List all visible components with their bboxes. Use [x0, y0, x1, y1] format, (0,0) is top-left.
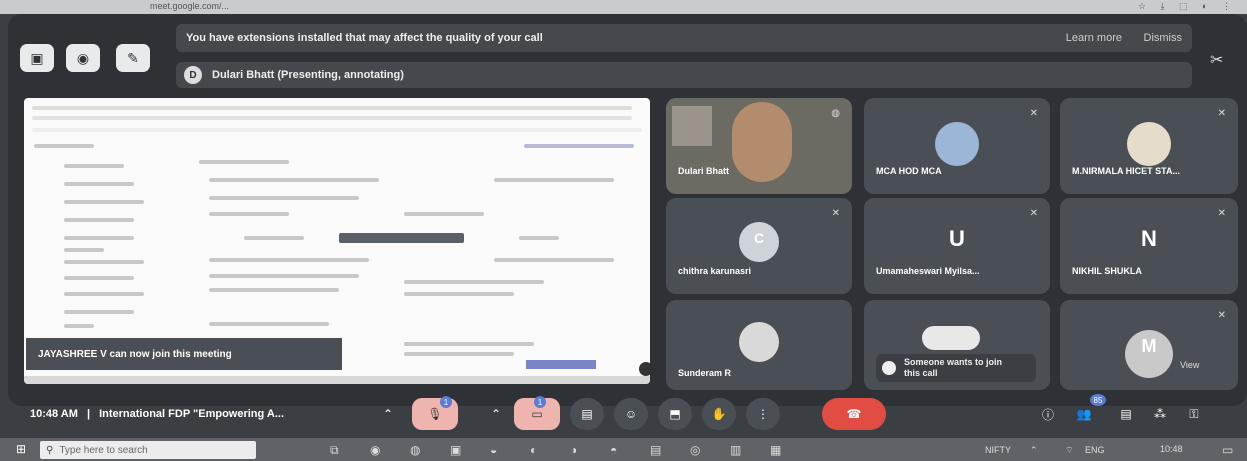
participant-name: MCA HOD MCA [876, 166, 942, 176]
muted-mic-icon: ✕ [1217, 208, 1226, 219]
participant-tile[interactable]: M ✕ View [1060, 300, 1238, 390]
muted-mic-icon: ✕ [1029, 208, 1038, 219]
stock-ticker[interactable]: NIFTY [985, 445, 1011, 455]
participant-name: Sunderam R [678, 368, 732, 378]
presenter-avatar: D [184, 66, 202, 84]
user-icon [882, 361, 896, 375]
clock[interactable]: 10:48 [1160, 444, 1183, 454]
participant-tile[interactable]: ✕ MCA HOD MCA [864, 98, 1050, 194]
camera-badge: 1 [534, 396, 546, 408]
participant-name: chithra karunasri [678, 266, 752, 276]
muted-mic-icon: ✕ [1217, 310, 1226, 321]
avatar-initial: C [753, 230, 765, 246]
avatar-initial: M [1141, 336, 1157, 356]
meeting-time: 10:48 AM [30, 408, 78, 420]
host-controls-icon[interactable]: ⚿ [1180, 398, 1208, 430]
join-request-text: Someone wants to join this call [904, 357, 1003, 378]
learn-more-link[interactable]: Learn more [1066, 32, 1122, 44]
avatar [1127, 122, 1171, 166]
file-explorer-icon[interactable]: ▣ [450, 443, 461, 457]
separator: | [86, 408, 91, 420]
meeting-title: International FDP "Empowering A... [99, 408, 284, 420]
participant-tile[interactable]: ◍ Dulari Bhatt [666, 98, 852, 194]
raise-hand-button[interactable]: ✋ [702, 398, 736, 430]
pin-icon[interactable]: ✂ [1210, 50, 1223, 70]
activities-icon[interactable]: ⁂ [1146, 398, 1174, 430]
presenter-bar: D Dulari Bhatt (Presenting, annotating) [176, 62, 1192, 88]
app-icon[interactable]: ◒ [490, 443, 497, 457]
audio-options-chevron-icon[interactable]: ⌃ [378, 398, 398, 430]
participant-tile[interactable]: Sunderam R [666, 300, 852, 390]
annotate-icon[interactable]: ✎ [116, 44, 150, 72]
emoji-button[interactable]: ☺ [614, 398, 648, 430]
taskbar-search[interactable]: ⚲ Type here to search [40, 441, 256, 459]
muted-mic-icon: ✕ [1217, 108, 1226, 119]
participant-name: M.NIRMALA HICET STA... [1072, 166, 1180, 176]
meeting-info: 10:48 AM | International FDP "Empowering… [30, 408, 284, 420]
extensions-banner: You have extensions installed that may a… [176, 24, 1192, 52]
presenter-label: Dulari Bhatt (Presenting, annotating) [212, 69, 404, 81]
participant-video [732, 102, 792, 182]
participant-tile[interactable]: Someone wants to join this call [864, 300, 1050, 390]
participant-name: NIKHIL SHUKLA [1072, 266, 1142, 276]
present-button[interactable]: ⬒ [658, 398, 692, 430]
browser-icon[interactable]: ◉ [370, 443, 380, 457]
browser-actions[interactable]: ☆ ⤓ ⬚ ◐ ⋮ [1138, 1, 1237, 12]
participant-name: Dulari Bhatt [678, 166, 730, 176]
task-view-icon[interactable]: ⧉ [330, 443, 339, 458]
app-icon[interactable]: ◑ [570, 443, 577, 457]
banner-message: You have extensions installed that may a… [186, 32, 543, 44]
app-icon[interactable]: ◐ [530, 443, 537, 457]
avatar-initial: U [949, 226, 965, 251]
app-icon[interactable]: ▤ [650, 443, 661, 457]
app-icon[interactable]: ▦ [770, 443, 781, 457]
chat-icon[interactable]: ▤ [1112, 398, 1140, 430]
pip-icon[interactable]: ▣ [20, 44, 54, 72]
app-icon[interactable]: ◎ [690, 443, 700, 457]
avatar-initial: N [1141, 226, 1157, 251]
join-request-card: Someone wants to join this call [876, 354, 1036, 382]
app-icon[interactable]: ▥ [730, 443, 741, 457]
end-call-button[interactable]: ☎ [822, 398, 886, 430]
join-permission-toast: JAYASHREE V can now join this meeting [26, 338, 342, 370]
search-icon: ⚲ [46, 444, 54, 456]
participant-tile[interactable]: N ✕ NIKHIL SHUKLA [1060, 198, 1238, 294]
windows-start-icon[interactable]: ⊞ [16, 442, 26, 456]
app-icon[interactable]: ◍ [410, 443, 420, 457]
avatar [739, 322, 779, 362]
browser-bar: meet.google.com/... ☆ ⤓ ⬚ ◐ ⋮ [0, 0, 1247, 14]
captions-button[interactable]: ▤ [570, 398, 604, 430]
search-placeholder: Type here to search [59, 444, 148, 456]
notifications-icon[interactable]: ▭ [1222, 443, 1233, 457]
participant-tile[interactable]: ✕ M.NIRMALA HICET STA... [1060, 98, 1238, 194]
participant-name: Umamaheswari Myilsa... [876, 266, 980, 276]
avatar [935, 122, 979, 166]
app-icon[interactable]: ◓ [610, 443, 617, 457]
muted-mic-icon: ✕ [831, 208, 840, 219]
participant-tile[interactable]: C ✕ chithra karunasri [666, 198, 852, 294]
language-indicator[interactable]: ENG [1085, 445, 1105, 455]
avatar-group [922, 326, 980, 350]
network-icon[interactable]: ⌔ [1065, 445, 1073, 456]
participant-tile[interactable]: U ✕ Umamaheswari Myilsa... [864, 198, 1050, 294]
info-icon[interactable]: ⓘ [1034, 398, 1062, 430]
dismiss-button[interactable]: Dismiss [1144, 32, 1183, 44]
mic-badge: 1 [440, 396, 452, 408]
video-options-chevron-icon[interactable]: ⌃ [486, 398, 506, 430]
browser-url[interactable]: meet.google.com/... [150, 1, 229, 11]
view-join-request-button[interactable]: View [1180, 360, 1199, 370]
participant-count: 85 [1090, 394, 1106, 406]
captions-icon[interactable]: ◉ [66, 44, 100, 72]
muted-mic-icon: ✕ [1029, 108, 1038, 119]
tray-chevron-icon[interactable]: ⌃ [1030, 445, 1038, 456]
audio-level-icon: ◍ [831, 108, 840, 119]
more-options-button[interactable]: ⋮ [746, 398, 780, 430]
